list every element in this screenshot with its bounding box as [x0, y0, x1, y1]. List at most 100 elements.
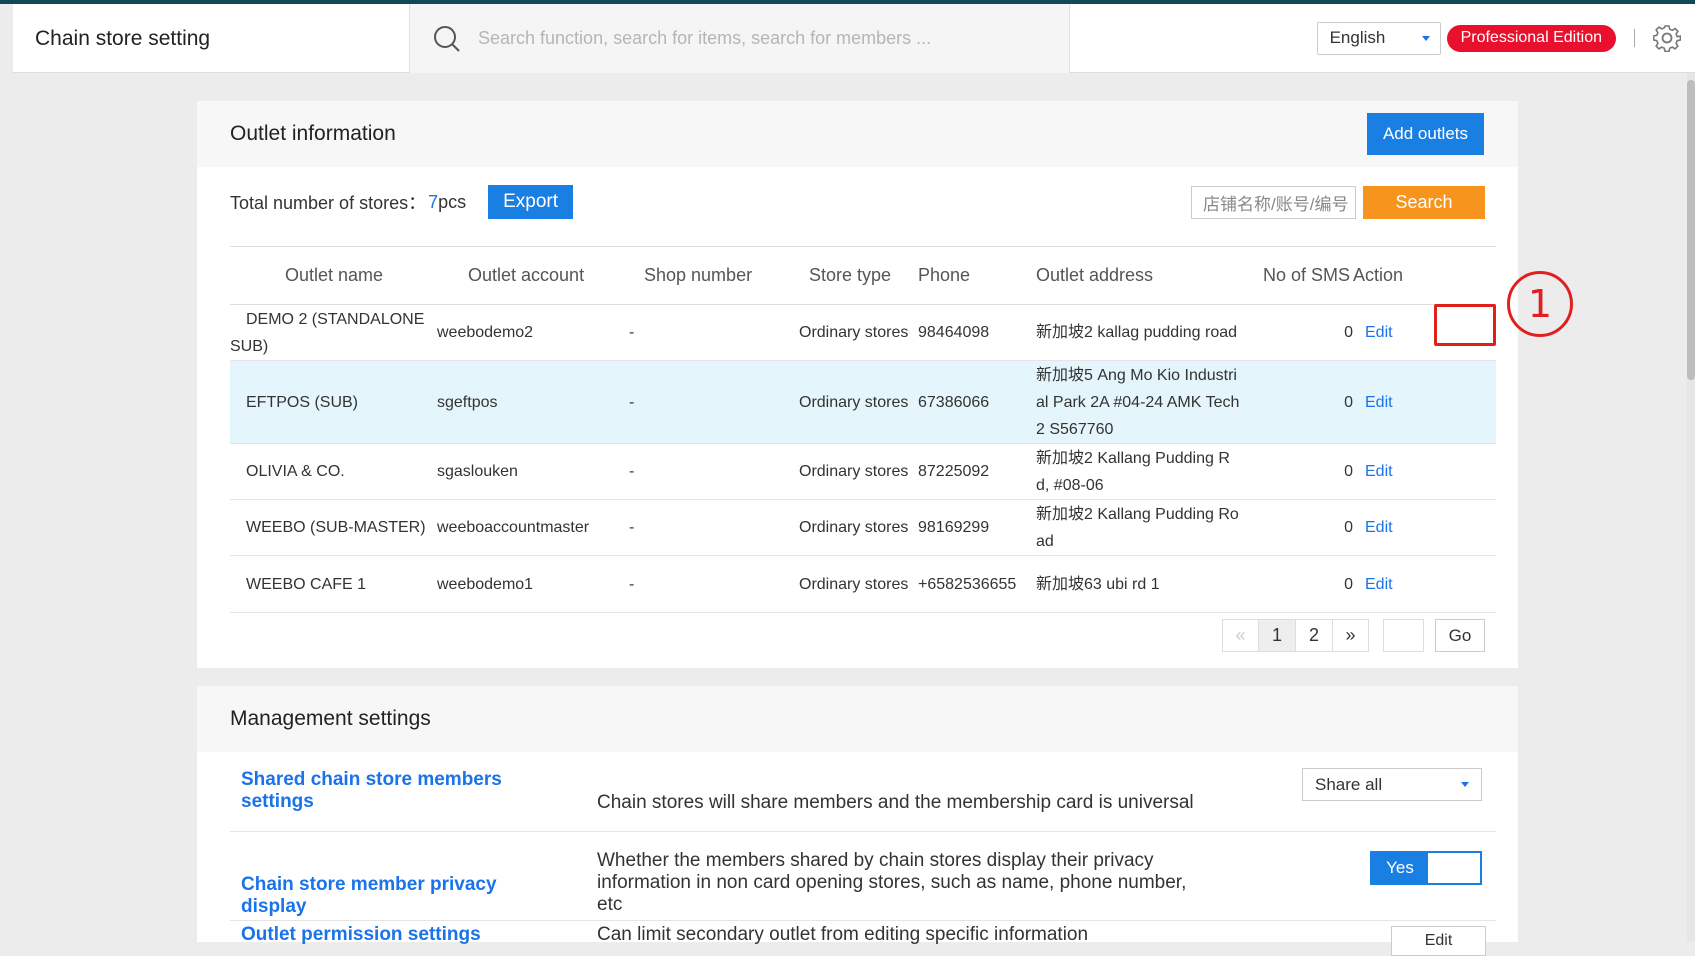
store-search-input[interactable]: 店铺名称/账号/编号 — [1191, 185, 1356, 219]
cell-shop-number: - — [629, 555, 783, 613]
export-button[interactable]: Export — [488, 185, 574, 219]
cell-phone: 98169299 — [918, 499, 1036, 556]
page-1-button[interactable]: 1 — [1258, 619, 1296, 652]
cell-store-type: Ordinary stores — [783, 304, 918, 361]
table-row: EFTPOS (SUB) sgeftpos - Ordinary stores … — [230, 360, 1496, 444]
cell-phone: +6582536655 — [918, 555, 1036, 613]
setting-title-privacy-display[interactable]: Chain store member privacy display — [241, 874, 541, 918]
edition-badge[interactable]: Professional Edition — [1446, 24, 1616, 52]
cell-outlet-address: 新加坡2 kallag pudding road — [1036, 304, 1240, 361]
search-input[interactable]: Search function, search for items, searc… — [478, 28, 931, 49]
cell-outlet-name: EFTPOS (SUB) — [230, 360, 437, 444]
cell-store-type: Ordinary stores — [783, 499, 918, 556]
global-search[interactable]: Search function, search for items, searc… — [410, 4, 1070, 73]
cell-outlet-address: 新加坡2 Kallang Pudding Road — [1036, 499, 1240, 556]
cell-shop-number: - — [629, 443, 783, 500]
cell-outlet-address: 新加坡2 Kallang Pudding Rd, #08-06 — [1036, 443, 1240, 500]
outlet-panel-title: Outlet information — [230, 122, 396, 145]
go-button[interactable]: Go — [1435, 619, 1485, 652]
cell-outlet-name: WEEBO CAFE 1 — [230, 555, 437, 613]
cell-outlet-account: weeboaccountmaster — [437, 499, 629, 556]
outlet-table: Outlet name Outlet account Shop number S… — [230, 246, 1496, 613]
edit-link[interactable]: Edit — [1353, 499, 1496, 556]
outlet-toolbar: Total number of stores： 7 pcs Export 店铺名… — [197, 167, 1518, 237]
edit-link[interactable]: Edit — [1353, 555, 1496, 613]
cell-outlet-address: 新加坡63 ubi rd 1 — [1036, 555, 1240, 613]
page-2-button[interactable]: 2 — [1295, 619, 1333, 652]
col-outlet-address: Outlet address — [1036, 246, 1240, 305]
cell-outlet-address: 新加坡5 Ang Mo Kio Industrial Park 2A #04-2… — [1036, 360, 1240, 444]
cell-store-type: Ordinary stores — [783, 555, 918, 613]
cell-sms-count: 0 — [1240, 360, 1353, 444]
cell-phone: 67386066 — [918, 360, 1036, 444]
search-icon — [434, 25, 460, 52]
prev-page-button[interactable]: « — [1222, 619, 1259, 652]
table-row: WEEBO CAFE 1 weebodemo1 - Ordinary store… — [230, 555, 1496, 613]
col-action: Action — [1353, 246, 1496, 305]
cell-store-type: Ordinary stores — [783, 443, 918, 500]
next-page-button[interactable]: » — [1332, 619, 1369, 652]
cell-outlet-account: sgeftpos — [437, 360, 629, 444]
gear-icon[interactable] — [1653, 24, 1681, 52]
total-count: 7 — [428, 191, 439, 212]
cell-outlet-name: WEEBO (SUB-MASTER) — [230, 499, 437, 556]
edit-link[interactable]: Edit — [1353, 360, 1496, 444]
table-header-row: Outlet name Outlet account Shop number S… — [230, 246, 1496, 305]
total-unit: pcs — [438, 191, 467, 212]
cell-outlet-name: OLIVIA & CO. — [230, 443, 437, 500]
setting-title-outlet-permission[interactable]: Outlet permission settings — [241, 924, 541, 946]
cell-outlet-account: weebodemo2 — [437, 304, 629, 361]
table-row: WEEBO (SUB-MASTER) weeboaccountmaster - … — [230, 499, 1496, 556]
annotation-highlight-box — [1434, 304, 1496, 346]
share-mode-select[interactable]: Share all — [1302, 768, 1482, 801]
toggle-yes[interactable]: Yes — [1372, 853, 1428, 883]
page-jump-input[interactable] — [1383, 619, 1424, 652]
cell-sms-count: 0 — [1240, 499, 1353, 556]
col-no-of-sms: No of SMS — [1240, 246, 1353, 305]
setting-desc-shared-members: Chain stores will share members and the … — [597, 792, 1194, 813]
pagination: « 1 2 » Go — [1222, 619, 1485, 652]
table-row: DEMO 2 (STANDALONE SUB) weebodemo2 - Ord… — [230, 304, 1496, 361]
col-outlet-name: Outlet name — [230, 246, 437, 305]
annotation-step-marker: 1 — [1507, 271, 1573, 337]
permission-edit-button[interactable]: Edit — [1391, 926, 1486, 956]
cell-phone: 87225092 — [918, 443, 1036, 500]
setting-row-privacy-display: Chain store member privacy display Wheth… — [230, 832, 1496, 921]
cell-outlet-name: DEMO 2 (STANDALONE SUB) — [230, 304, 437, 361]
share-mode-value: Share all — [1315, 774, 1383, 794]
scrollbar-thumb[interactable] — [1687, 80, 1695, 380]
setting-desc-privacy-display: Whether the members shared by chain stor… — [597, 850, 1187, 915]
header-divider — [1634, 29, 1635, 47]
cell-shop-number: - — [629, 499, 783, 556]
setting-row-shared-members: Shared chain store members settings Chai… — [230, 752, 1496, 832]
chevron-down-icon — [1461, 782, 1469, 787]
add-outlets-button[interactable]: Add outlets — [1366, 113, 1484, 155]
col-phone: Phone — [918, 246, 1036, 305]
management-settings-panel: Management settings Shared chain store m… — [197, 686, 1518, 956]
edit-link[interactable]: Edit — [1353, 443, 1496, 500]
page-title: Chain store setting — [13, 4, 410, 73]
cell-store-type: Ordinary stores — [783, 360, 918, 444]
table-row: OLIVIA & CO. sgaslouken - Ordinary store… — [230, 443, 1496, 500]
outlet-panel-header: Outlet information Add outlets — [197, 101, 1518, 167]
cell-sms-count: 0 — [1240, 555, 1353, 613]
cell-outlet-account: weebodemo1 — [437, 555, 629, 613]
cell-sms-count: 0 — [1240, 443, 1353, 500]
search-button[interactable]: Search — [1363, 185, 1485, 219]
col-shop-number: Shop number — [629, 246, 783, 305]
col-outlet-account: Outlet account — [437, 246, 629, 305]
management-panel-title: Management settings — [230, 707, 431, 730]
language-value: English — [1329, 28, 1386, 47]
language-select[interactable]: English — [1316, 21, 1441, 55]
setting-desc-outlet-permission: Can limit secondary outlet from editing … — [597, 924, 1089, 945]
cell-shop-number: - — [629, 360, 783, 444]
cell-outlet-account: sgaslouken — [437, 443, 629, 500]
chevron-down-icon — [1421, 35, 1430, 41]
app-header: Chain store setting Search function, sea… — [13, 4, 1695, 73]
cell-phone: 98464098 — [918, 304, 1036, 361]
management-panel-header: Management settings — [197, 686, 1518, 752]
cell-shop-number: - — [629, 304, 783, 361]
privacy-toggle[interactable]: Yes — [1370, 851, 1482, 885]
store-total: Total number of stores： 7 pcs Export — [230, 185, 574, 219]
setting-title-shared-members[interactable]: Shared chain store members settings — [241, 769, 541, 813]
